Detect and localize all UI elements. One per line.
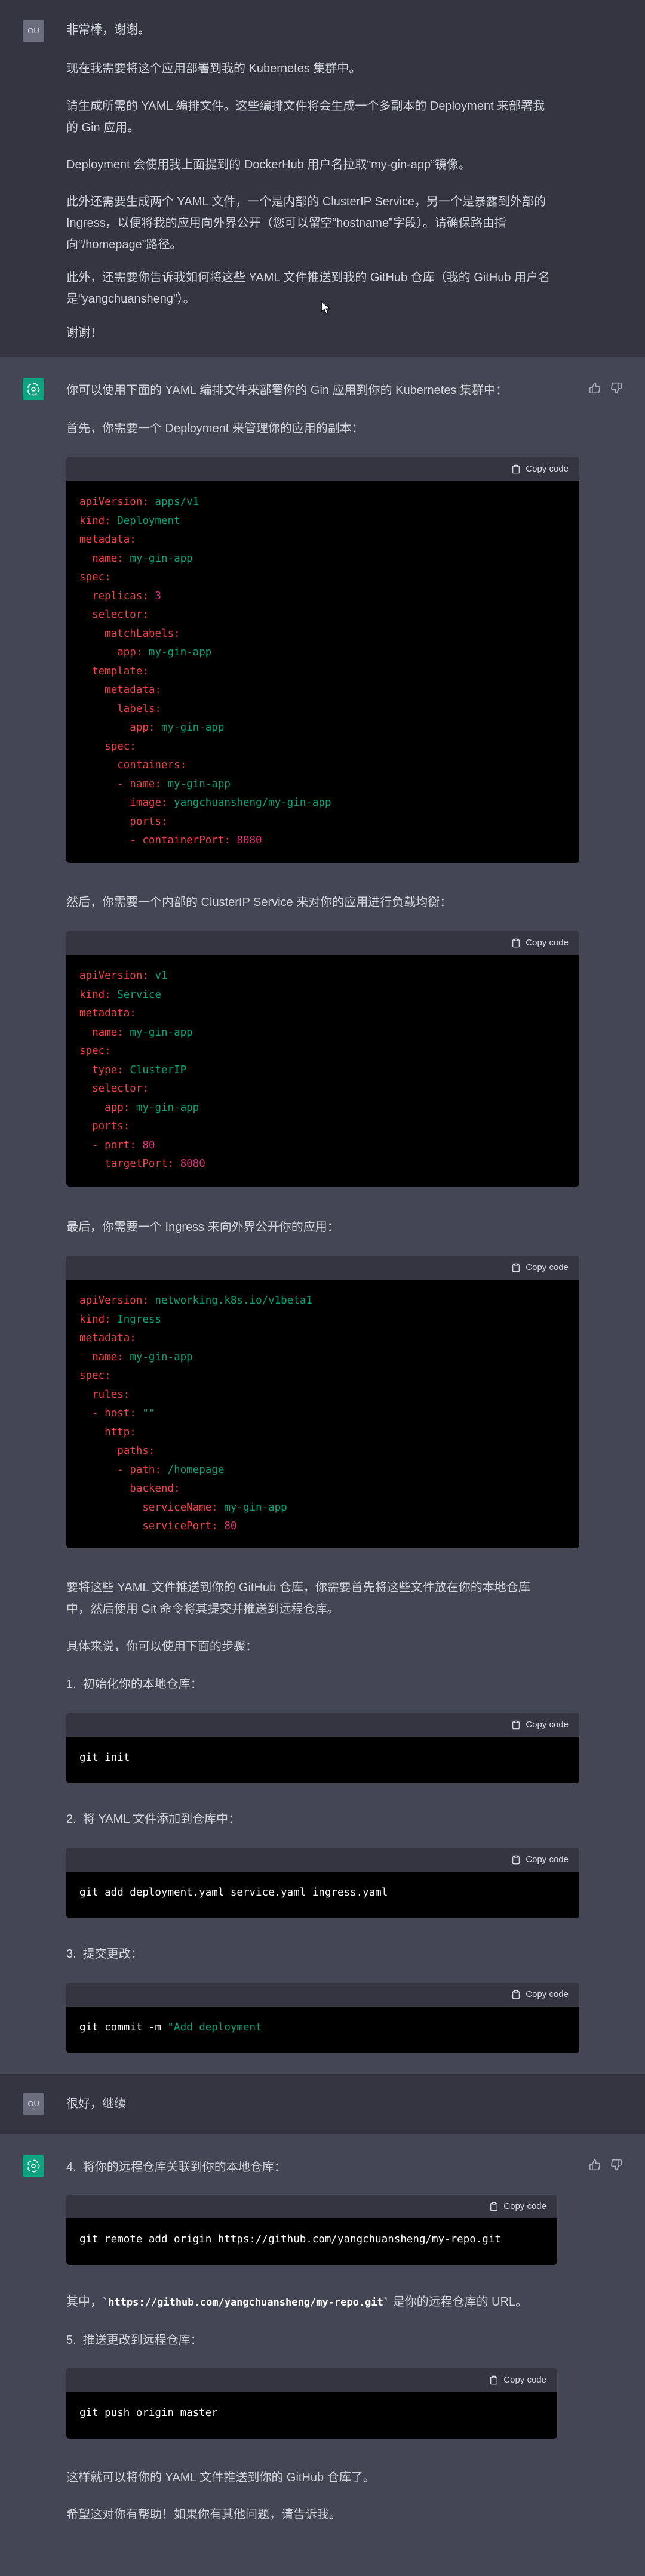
code-text: git remote add origin https://github.com…: [66, 2218, 557, 2261]
command-string: "Add deployment: [167, 2022, 262, 2033]
thumbs-up-icon[interactable]: [589, 382, 602, 395]
openai-logo-icon: [27, 2159, 40, 2173]
assistant-intro: 你可以使用下面的 YAML 编排文件来部署你的 Gin 应用到你的 Kubern…: [66, 384, 508, 397]
code-block-git-add: Copy code git add deployment.yaml servic…: [66, 1848, 579, 1918]
user-line: Deployment 会使用我上面提到的 DockerHub 用户名拉取“my-…: [66, 158, 471, 171]
code-header: Copy code: [66, 2368, 557, 2392]
command: git init: [79, 1752, 130, 1764]
copy-code-label: Copy code: [526, 1989, 569, 1999]
text: 其中，: [66, 2295, 102, 2309]
code-text: apiVersion: networking.k8s.io/v1beta1 ki…: [79, 1295, 312, 1532]
command: git commit -m: [79, 2022, 168, 2033]
feedback-icons: [589, 2159, 624, 2172]
code-block-git-push: Copy code git push origin master: [66, 2368, 557, 2439]
copy-code-label: Copy code: [526, 1720, 569, 1730]
clipboard-icon: [512, 938, 520, 948]
step-item: 5. 推送更改到远程仓库：: [66, 2334, 202, 2347]
clipboard-icon: [512, 1855, 520, 1865]
copy-code-button[interactable]: Copy code: [489, 2195, 546, 2218]
code-block-ingress: Copy code apiVersion: networking.k8s.io/…: [66, 1256, 579, 1548]
paragraph: 其中，`https://github.com/yangchuansheng/my…: [66, 2291, 580, 2313]
code-header: Copy code: [66, 2195, 557, 2218]
copy-code-label: Copy code: [526, 1854, 569, 1865]
mouse-cursor-icon: [321, 301, 331, 314]
user-avatar: OU: [23, 20, 44, 42]
thumbs-up-icon[interactable]: [589, 2159, 602, 2172]
user-line: 此外还需要生成两个 YAML 文件，一个是内部的 ClusterIP Servi…: [66, 195, 546, 251]
user-avatar: OU: [23, 2093, 44, 2115]
copy-code-button[interactable]: Copy code: [489, 2368, 546, 2392]
text: 是你的远程仓库的 URL。: [389, 2295, 528, 2309]
paragraph: 具体来说，你可以使用下面的步骤：: [66, 1640, 257, 1653]
step-item: 1. 初始化你的本地仓库：: [66, 1678, 202, 1691]
copy-code-button[interactable]: Copy code: [511, 1256, 569, 1280]
step-item: 4. 将你的远程仓库关联到你的本地仓库：: [66, 2161, 286, 2174]
step-item: 2. 将 YAML 文件添加到仓库中：: [66, 1813, 241, 1826]
command: git remote add origin https://github.com…: [79, 2233, 501, 2245]
user-message: OU 非常棒，谢谢。 现在我需要将这个应用部署到我的 Kubernetes 集群…: [0, 0, 645, 357]
paragraph: 希望这对你有帮助！如果你有其他问题，请告诉我。: [66, 2508, 341, 2521]
copy-code-button[interactable]: Copy code: [511, 1848, 569, 1872]
paragraph: 然后，你需要一个内部的 ClusterIP Service 来对你的应用进行负载…: [66, 896, 452, 909]
clipboard-icon: [512, 1263, 520, 1272]
copy-code-button[interactable]: Copy code: [511, 1713, 569, 1737]
copy-code-label: Copy code: [526, 464, 569, 474]
command: git add deployment.yaml service.yaml ing…: [79, 1887, 388, 1899]
user-line: 非常棒，谢谢。: [66, 23, 150, 36]
paragraph: 要将这些 YAML 文件推送到你的 GitHub 仓库，你需要首先将这些文件放在…: [66, 1581, 530, 1616]
step-item: 3. 提交更改：: [66, 1948, 143, 1961]
clipboard-icon: [512, 1990, 520, 1999]
clipboard-icon: [490, 2202, 498, 2211]
copy-code-label: Copy code: [526, 1262, 569, 1272]
code-header: Copy code: [66, 1256, 579, 1280]
code-text: git init: [66, 1737, 579, 1780]
paragraph: 最后，你需要一个 Ingress 来向外界公开你的应用：: [66, 1221, 339, 1234]
feedback-icons: [589, 382, 624, 395]
code-block-git-remote: Copy code git remote add origin https://…: [66, 2195, 557, 2265]
code-header: Copy code: [66, 1848, 579, 1872]
code-header: Copy code: [66, 1983, 579, 2007]
code-text: git commit -m "Add deployment: [66, 2007, 579, 2050]
code-header: Copy code: [66, 457, 579, 481]
copy-code-button[interactable]: Copy code: [511, 457, 569, 481]
clipboard-icon: [512, 1720, 520, 1730]
paragraph: 这样就可以将你的 YAML 文件推送到你的 GitHub 仓库了。: [66, 2471, 375, 2484]
code-header: Copy code: [66, 1713, 579, 1737]
code-block-git-init: Copy code git init: [66, 1713, 579, 1783]
user-line: 现在我需要将这个应用部署到我的 Kubernetes 集群中。: [66, 62, 361, 75]
assistant-message: 你可以使用下面的 YAML 编排文件来部署你的 Gin 应用到你的 Kubern…: [0, 357, 645, 2074]
assistant-avatar: [23, 378, 44, 400]
clipboard-icon: [512, 464, 520, 474]
paragraph: 首先，你需要一个 Deployment 来管理你的应用的副本：: [66, 422, 364, 435]
code-block-git-commit: Copy code git commit -m "Add deployment: [66, 1983, 579, 2053]
code-header: Copy code: [66, 931, 579, 955]
code-block-deployment: Copy code apiVersion: apps/v1 kind: Depl…: [66, 457, 579, 863]
assistant-message: 4. 将你的远程仓库关联到你的本地仓库： Copy code git remot…: [0, 2134, 645, 2576]
thumbs-down-icon[interactable]: [610, 2159, 624, 2172]
user-line: 谢谢！: [66, 326, 102, 340]
code-text: apiVersion: apps/v1 kind: Deployment met…: [79, 496, 331, 846]
assistant-avatar: [23, 2155, 44, 2177]
user-line: 很好，继续: [66, 2097, 126, 2110]
code-block-service: Copy code apiVersion: v1 kind: Service m…: [66, 931, 579, 1187]
copy-code-button[interactable]: Copy code: [511, 1983, 569, 2007]
thumbs-down-icon[interactable]: [610, 382, 624, 395]
copy-code-label: Copy code: [503, 2201, 546, 2211]
user-message: OU 很好，继续: [0, 2074, 645, 2134]
inline-code: `https://github.com/yangchuansheng/my-re…: [102, 2297, 390, 2309]
command: git push origin master: [79, 2407, 218, 2419]
user-line: 请生成所需的 YAML 编排文件。这些编排文件将会生成一个多副本的 Deploy…: [66, 100, 545, 134]
openai-logo-icon: [27, 383, 40, 396]
copy-code-button[interactable]: Copy code: [511, 931, 569, 955]
code-text: git add deployment.yaml service.yaml ing…: [66, 1872, 579, 1915]
clipboard-icon: [490, 2375, 498, 2385]
copy-code-label: Copy code: [503, 2375, 546, 2385]
code-text: git push origin master: [66, 2392, 557, 2435]
code-text: apiVersion: v1 kind: Service metadata: n…: [79, 970, 205, 1170]
copy-code-label: Copy code: [526, 938, 569, 948]
